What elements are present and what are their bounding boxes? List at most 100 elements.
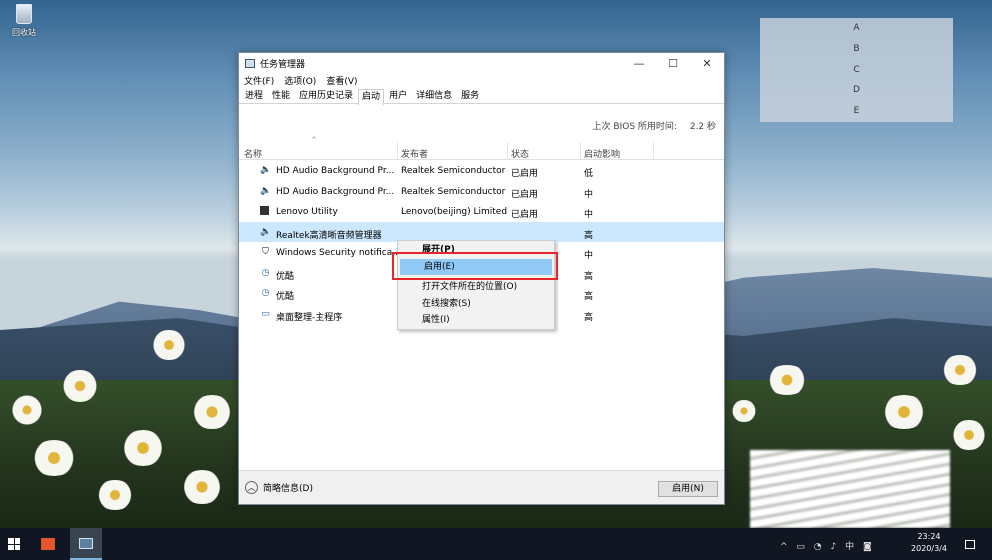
row-impact: 高 [584,312,594,323]
row-name: HD Audio Background Pr... [276,186,395,197]
menu-item-search-online[interactable]: 在线搜索(S) [398,296,554,312]
fewer-details-link[interactable]: ︿ 简略信息(D) [245,481,313,494]
lenovo-icon [260,206,269,215]
minimize-button[interactable]: — [622,53,656,73]
windows-logo-icon [8,538,20,550]
menu-view[interactable]: 查看(V) [326,74,357,87]
menu-file[interactable]: 文件(F) [244,74,274,87]
row-name: Realtek高清晰音频管理器 [276,230,382,241]
tab-services[interactable]: 服务 [457,88,483,103]
recycle-bin-shortcut[interactable]: 回收站 [4,4,44,38]
column-divider[interactable] [653,142,654,160]
daisy [190,395,234,429]
daisy [950,420,988,450]
daisy [95,480,135,510]
daisy [30,440,78,476]
column-header: ^ 名称 发布者 状态 启动影响 [239,136,724,160]
row-impact: 高 [584,230,594,241]
taskbar-clock[interactable]: 23:24 2020/3/4 [905,531,953,555]
monitor-icon: ▭ [261,308,270,319]
row-name: 优酷 [276,292,295,302]
speaker-icon: 🔈 [260,185,272,196]
letter-e: E [853,106,860,117]
row-name: 桌面整理-主程序 [276,312,343,323]
letter-c: C [853,64,860,75]
daisy [730,400,758,422]
row-publisher: Realtek Semiconductor [401,186,506,197]
column-divider[interactable] [507,142,508,160]
task-manager-icon [79,537,93,549]
tab-details[interactable]: 详细信息 [412,88,456,103]
enable-button[interactable]: 启用(N) [658,481,718,497]
daisy [60,370,100,402]
menu-item-properties[interactable]: 属性(I) [398,312,554,328]
column-status[interactable]: 状态 [511,147,529,160]
column-divider[interactable] [397,142,398,160]
column-name[interactable]: 名称 [244,147,262,160]
column-publisher[interactable]: 发布者 [401,147,428,160]
table-row[interactable]: 🔈 HD Audio Background Pr... Realtek Semi… [239,160,724,181]
row-impact: 高 [584,292,594,302]
tab-performance[interactable]: 性能 [268,88,294,103]
row-status: 已启用 [511,169,539,179]
start-button[interactable] [0,528,28,560]
letter-d: D [853,85,860,96]
daisy [940,355,980,385]
clock-time: 23:24 [917,532,941,541]
table-row[interactable]: 🔈 HD Audio Background Pr... Realtek Semi… [239,181,724,202]
row-impact: 低 [584,169,594,179]
tab-app-history[interactable]: 应用历史记录 [295,88,357,103]
table-row-selected[interactable]: 🔈 Realtek高清晰音频管理器 高 [239,221,724,242]
row-impact: 中 [584,189,594,200]
row-publisher: Realtek Semiconductor [401,166,506,176]
row-status: 已启用 [511,210,539,220]
recycle-bin-label: 回收站 [12,28,36,37]
task-manager-icon [245,58,255,68]
row-name: Lenovo Utility [276,207,338,217]
bios-label: 上次 BIOS 所用时间: [592,122,677,132]
menu-bar: 文件(F) 选项(O) 查看(V) [239,73,724,88]
row-name: HD Audio Background Pr... [276,166,395,176]
letter-panel: A B C D E [760,18,953,122]
daisy [880,395,928,429]
highlight-box [392,252,558,280]
menu-options[interactable]: 选项(O) [284,74,316,87]
taskbar: ^ ▭ ◔ ♪ 中 ◙ 23:24 2020/3/4 [0,528,992,560]
taskbar-app-office[interactable] [34,528,62,560]
notification-button[interactable] [960,528,980,560]
tab-users[interactable]: 用户 [385,88,411,103]
row-impact: 中 [584,210,594,220]
tab-startup[interactable]: 启动 [358,89,385,105]
notification-icon [965,539,975,549]
system-tray[interactable]: ^ ▭ ◔ ♪ 中 ◙ [780,539,875,552]
fewer-details-label: 简略信息(D) [263,484,313,494]
menu-item-open-location[interactable]: 打开文件所在的位置(O) [398,279,554,295]
redacted-area [750,450,950,528]
row-name: 优酷 [276,271,295,282]
row-status: 已启用 [511,189,539,200]
window-title: 任务管理器 [260,59,306,70]
daisy [10,395,44,425]
recycle-bin-icon [16,4,32,24]
row-publisher: Lenovo(beijing) Limited [401,207,508,217]
table-row[interactable]: Lenovo Utility Lenovo(beijing) Limited 已… [239,201,724,222]
row-impact: 中 [584,251,594,261]
shield-icon: ⛉ [262,247,269,257]
column-impact[interactable]: 启动影响 [584,147,620,160]
clock-icon: ◷ [261,288,270,298]
row-impact: 高 [584,271,594,282]
tab-processes[interactable]: 进程 [241,88,267,103]
chevron-up-icon: ︿ [245,481,258,494]
sort-up-icon: ^ [311,136,317,144]
clock-date: 2020/3/4 [911,544,947,553]
speaker-icon: 🔈 [260,165,272,175]
letter-b: B [853,43,860,54]
title-bar[interactable]: 任务管理器 — ☐ ✕ [239,53,724,73]
maximize-button[interactable]: ☐ [656,53,690,73]
close-button[interactable]: ✕ [690,53,724,73]
taskbar-app-task-manager[interactable] [70,528,102,560]
column-divider[interactable] [580,142,581,160]
office-icon [41,538,55,550]
bios-value: 2.2 秒 [689,122,716,132]
tab-bar: 进程 性能 应用历史记录 启动 用户 详细信息 服务 [239,88,724,105]
